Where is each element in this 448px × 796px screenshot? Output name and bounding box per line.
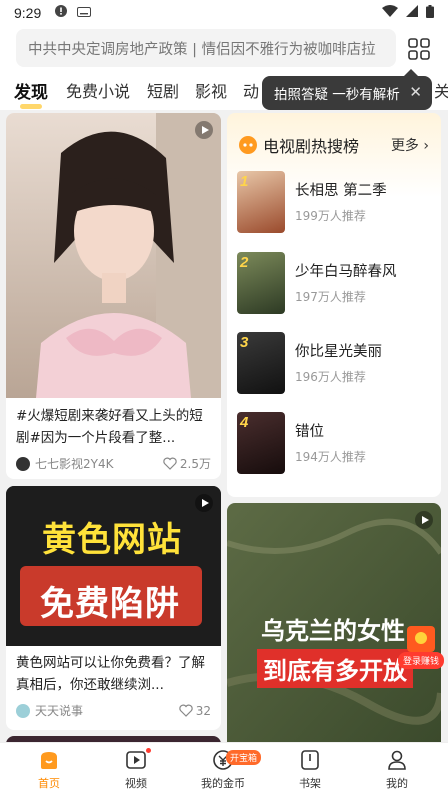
feed-card[interactable]: 黄色网站 免费陷阱 黄色网站可以让你免费看？了解真相后，你还敢继续浏... 天天… — [6, 486, 221, 730]
like-count: 32 — [195, 703, 211, 718]
camera-qa-tooltip[interactable]: 拍照答疑 一秒有解析 ✕ — [262, 69, 432, 110]
avatar — [16, 456, 30, 471]
poster-thumbnail: 2 — [237, 252, 285, 314]
tab-follow[interactable]: 关 — [434, 78, 448, 102]
thumbnail-overlay-text: 到底有多开放 — [257, 649, 413, 688]
ranking-header: 电视剧热搜榜 — [239, 133, 359, 157]
tab-discover[interactable]: 发现 — [14, 78, 48, 109]
avatar — [16, 703, 30, 718]
login-reward-label: 登录赚钱 — [398, 652, 444, 669]
more-link[interactable]: 更多 › — [391, 135, 429, 155]
play-icon — [415, 511, 433, 529]
search-input[interactable]: 中共中央定调房地产政策 | 情侣因不雅行为被咖啡店拉 — [16, 29, 396, 67]
thumbnail-overlay-text: 乌克兰的女性 — [261, 617, 405, 645]
heart-icon — [163, 457, 177, 470]
gamepad-icon — [239, 136, 257, 154]
video-thumbnail — [6, 113, 221, 398]
video-icon — [126, 751, 146, 769]
ranking-title: 电视剧热搜榜 — [263, 137, 360, 156]
bottom-nav: 首页 视频 我的金币 书架 我的 — [0, 742, 448, 796]
card-author: 七七影视2Y4K — [35, 457, 114, 471]
heart-icon — [179, 704, 193, 717]
card-title: #火爆短剧来袭好看又上头的短剧#因为一个片段看了整... — [16, 408, 203, 446]
ranking-item-name: 少年白马醉春风 — [295, 264, 397, 280]
treasure-badge: 开宝箱 — [226, 750, 262, 765]
card-meta: 天天说事 32 — [16, 702, 211, 719]
rank-number: 1 — [240, 173, 249, 190]
nav-bookshelf[interactable]: 书架 — [275, 749, 345, 791]
play-icon — [195, 494, 213, 512]
wifi-icon — [382, 5, 398, 21]
tab-free-novels[interactable]: 免费小说 — [66, 78, 130, 102]
battery-icon — [426, 4, 434, 22]
status-time: 9:29 — [14, 5, 42, 21]
tab-short-drama[interactable]: 短剧 — [147, 78, 179, 102]
ranking-item[interactable]: 1 长相思 第二季 199万人推荐 — [237, 171, 433, 235]
like-button[interactable]: 32 — [179, 704, 211, 718]
card-title: 黄色网站可以让你免费看？了解真相后，你还敢继续浏... — [16, 655, 205, 693]
nav-home[interactable]: 首页 — [14, 749, 84, 791]
ranking-item[interactable]: 3 你比星光美丽 196万人推荐 — [237, 332, 433, 396]
apps-grid-icon[interactable] — [408, 38, 430, 60]
login-reward-button[interactable]: 登录赚钱 — [398, 626, 444, 672]
rank-number: 4 — [240, 414, 249, 431]
nav-label: 首页 — [38, 777, 60, 790]
card-meta: 七七影视2Y4K 2.5万 — [16, 455, 211, 472]
ranking-item-count: 196万人推荐 — [295, 370, 366, 384]
tab-movies[interactable]: 影视 — [195, 78, 227, 102]
nav-label: 我的 — [386, 777, 408, 790]
home-icon — [41, 752, 57, 769]
nav-label: 书架 — [299, 777, 321, 790]
keyboard-icon — [77, 6, 92, 21]
tv-ranking-panel: 电视剧热搜榜 更多 › 1 长相思 第二季 199万人推荐 2 少年白马醉春风 … — [227, 113, 441, 497]
chevron-right-icon: › — [423, 138, 429, 154]
signal-icon — [406, 5, 418, 21]
nav-label: 我的金币 — [201, 777, 245, 790]
nav-video[interactable]: 视频 — [101, 749, 171, 791]
feed-card[interactable]: 乌克兰的女性 到底有多开放 — [227, 503, 441, 742]
poster-thumbnail: 1 — [237, 171, 285, 233]
ranking-item-name: 错位 — [295, 424, 324, 440]
status-bar: 9:29 — [0, 0, 448, 26]
ranking-item[interactable]: 4 错位 194万人推荐 — [237, 412, 433, 476]
rank-number: 3 — [240, 334, 249, 351]
poster-thumbnail: 3 — [237, 332, 285, 394]
thumbnail-overlay-text: 免费陷阱 — [40, 584, 180, 624]
ranking-item-name: 你比星光美丽 — [295, 344, 382, 360]
like-button[interactable]: 2.5万 — [163, 455, 211, 472]
poster-thumbnail: 4 — [237, 412, 285, 474]
alert-icon — [55, 5, 68, 21]
nav-label: 视频 — [125, 777, 147, 790]
tooltip-text: 拍照答疑 一秒有解析 — [274, 87, 400, 103]
play-icon — [195, 121, 213, 139]
nav-profile[interactable]: 我的 — [362, 749, 432, 791]
bookshelf-icon — [301, 750, 319, 770]
like-count: 2.5万 — [179, 457, 211, 471]
rank-number: 2 — [240, 254, 249, 271]
ranking-item-count: 194万人推荐 — [295, 450, 366, 464]
ranking-item-name: 长相思 第二季 — [295, 183, 387, 199]
ranking-item[interactable]: 2 少年白马醉春风 197万人推荐 — [237, 252, 433, 316]
ranking-item-count: 199万人推荐 — [295, 209, 366, 223]
thumbnail-overlay-text: 黄色网站 — [42, 520, 182, 560]
user-icon — [388, 750, 406, 770]
tab-anime[interactable]: 动 — [243, 78, 259, 102]
close-icon[interactable]: ✕ — [409, 83, 422, 101]
more-label: 更多 — [390, 138, 419, 154]
feed-card[interactable]: #火爆短剧来袭好看又上头的短剧#因为一个片段看了整... 七七影视2Y4K 2.… — [6, 113, 221, 479]
ranking-item-count: 197万人推荐 — [295, 290, 366, 304]
notification-dot — [146, 748, 151, 753]
card-author: 天天说事 — [35, 704, 84, 718]
search-row: 中共中央定调房地产政策 | 情侣因不雅行为被咖啡店拉 — [0, 26, 448, 72]
